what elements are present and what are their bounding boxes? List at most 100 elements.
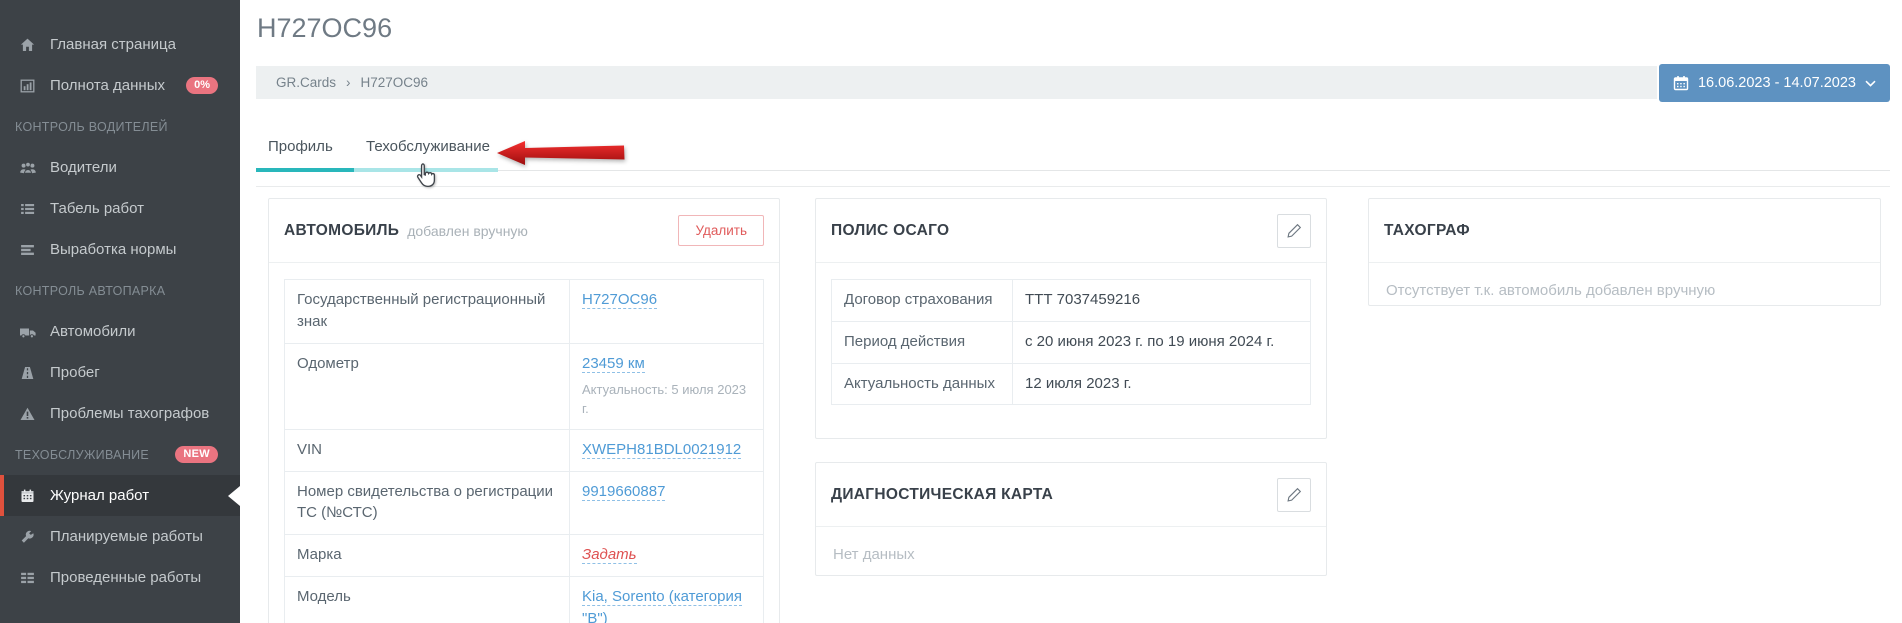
home-icon: [18, 37, 37, 53]
sidebar-item-data-completeness[interactable]: Полнота данных 0%: [0, 65, 240, 106]
sidebar-item-mileage[interactable]: Пробег: [0, 352, 240, 393]
main-content: Н727ОС96 GR.Cards › Н727ОС96 16.06.2023 …: [240, 0, 1902, 623]
sidebar-item-tachograph-problems[interactable]: Проблемы тахографов: [0, 393, 240, 434]
odometer-link[interactable]: 23459 км: [582, 354, 645, 373]
rows-icon: [18, 242, 37, 258]
table-row: Модель Kia, Sorento (категория "B"): [284, 575, 764, 623]
bar-chart-icon: [18, 78, 37, 94]
sidebar-item-planned-works[interactable]: Планируемые работы: [0, 516, 240, 557]
breadcrumb-link-grcards[interactable]: GR.Cards: [276, 75, 336, 90]
table-row: Номер свидетельства о регистрации ТС (№С…: [284, 470, 764, 536]
divider: [269, 262, 779, 263]
sidebar-item-label: Выработка нормы: [50, 241, 177, 258]
cursor-hand-icon: [412, 162, 439, 198]
percent-badge: 0%: [186, 77, 218, 94]
sidebar-item-home[interactable]: Главная страница: [0, 24, 240, 65]
plate-number-link[interactable]: Н727ОС96: [582, 291, 658, 309]
sidebar-item-norm-output[interactable]: Выработка нормы: [0, 229, 240, 270]
sidebar-item-completed-works[interactable]: Проведенные работы: [0, 557, 240, 598]
sidebar-item-vehicles[interactable]: Автомобили: [0, 311, 240, 352]
sidebar-item-label: Главная страница: [50, 36, 176, 53]
tab-profile[interactable]: Профиль: [256, 130, 354, 168]
tabs-bottom-border: [256, 186, 1890, 187]
sidebar: Главная страница Полнота данных 0% КОНТР…: [0, 0, 240, 623]
sidebar-item-drivers[interactable]: Водители: [0, 147, 240, 188]
table-row: VIN XWEPH81BDL0021912: [284, 428, 764, 472]
tab-indicator-active: [256, 168, 354, 172]
osago-card: ПОЛИС ОСАГО Договор страхования ТТТ 7037…: [815, 198, 1327, 439]
row-label: VIN: [284, 428, 570, 472]
sidebar-section-partial: КОНТРОЛЬ: [0, 617, 240, 623]
tachograph-card-header: ТАХОГРАФ: [1384, 199, 1865, 262]
tachograph-empty-text: Отсутствует т.к. автомобиль добавлен вру…: [1386, 282, 1716, 299]
vin-link[interactable]: XWEPH81BDL0021912: [582, 440, 742, 459]
row-value: ТТТ 7037459216: [1012, 279, 1311, 322]
table-row: Государственный регистрационный знак Н72…: [284, 279, 764, 344]
truck-icon: [18, 324, 37, 340]
new-badge: NEW: [175, 446, 218, 463]
table-row: Марка Задать: [284, 534, 764, 577]
edit-diagnostic-button[interactable]: [1277, 477, 1311, 512]
vehicle-table: Государственный регистрационный знак Н72…: [284, 279, 764, 623]
row-label: Государственный регистрационный знак: [284, 279, 570, 344]
tachograph-card: ТАХОГРАФ Отсутствует т.к. автомобиль доб…: [1368, 198, 1881, 306]
row-label: Договор страхования: [831, 279, 1013, 322]
calendar-icon: [18, 488, 37, 504]
vehicle-card-subtitle: добавлен вручную: [407, 222, 528, 239]
row-value: 12 июля 2023 г.: [1012, 362, 1311, 406]
sidebar-item-work-journal[interactable]: Журнал работ: [0, 475, 240, 516]
edit-osago-button[interactable]: [1277, 213, 1311, 248]
road-icon: [18, 365, 37, 381]
list-icon: [18, 201, 37, 217]
row-value: с 20 июня 2023 г. по 19 июня 2024 г.: [1012, 320, 1311, 364]
osago-card-header: ПОЛИС ОСАГО: [831, 199, 1311, 262]
row-label: Номер свидетельства о регистрации ТС (№С…: [284, 470, 570, 536]
table-row: Период действия с 20 июня 2023 г. по 19 …: [831, 320, 1311, 364]
annotation-arrow-icon: [495, 138, 627, 173]
tasks-icon: [18, 570, 37, 586]
pencil-icon: [1286, 223, 1302, 238]
sidebar-section-driver-control: КОНТРОЛЬ ВОДИТЕЛЕЙ: [0, 106, 240, 147]
table-row: Договор страхования ТТТ 7037459216: [831, 279, 1311, 322]
pencil-icon: [1286, 487, 1302, 502]
row-label: Марка: [284, 534, 570, 577]
osago-table: Договор страхования ТТТ 7037459216 Перио…: [831, 279, 1311, 406]
table-row: Актуальность данных 12 июля 2023 г.: [831, 362, 1311, 406]
sidebar-item-label: Автомобили: [50, 323, 136, 340]
sidebar-nav: Главная страница Полнота данных 0% КОНТР…: [0, 0, 240, 598]
row-label: Актуальность данных: [831, 362, 1013, 406]
sidebar-item-timesheet[interactable]: Табель работ: [0, 188, 240, 229]
tab-indicator-rest: [498, 169, 1890, 171]
section-label: КОНТРОЛЬ ВОДИТЕЛЕЙ: [15, 119, 168, 134]
vehicle-card: АВТОМОБИЛЬ добавлен вручную Удалить Госу…: [268, 198, 780, 623]
osago-card-title: ПОЛИС ОСАГО: [831, 221, 950, 239]
tachograph-card-title: ТАХОГРАФ: [1384, 221, 1470, 239]
date-range-button[interactable]: 16.06.2023 - 14.07.2023: [1658, 64, 1890, 102]
sidebar-item-label: Планируемые работы: [50, 528, 203, 545]
divider: [816, 262, 1326, 263]
table-row: Одометр 23459 км Актуальность: 5 июля 20…: [284, 342, 764, 430]
sidebar-item-label: Водители: [50, 159, 117, 176]
sidebar-item-label: Проблемы тахографов: [50, 405, 210, 422]
diagnostic-card-title: ДИАГНОСТИЧЕСКАЯ КАРТА: [831, 485, 1054, 503]
breadcrumb-separator: ›: [346, 75, 351, 90]
row-label: Одометр: [284, 342, 570, 430]
set-brand-link[interactable]: Задать: [582, 546, 637, 565]
warning-icon: [18, 406, 37, 422]
model-link[interactable]: Kia, Sorento (категория "B"): [582, 587, 742, 623]
section-label: ТЕХОБСЛУЖИВАНИЕ: [15, 447, 150, 462]
sidebar-item-label: Журнал работ: [50, 487, 150, 504]
row-label: Модель: [284, 575, 570, 623]
breadcrumb: GR.Cards › Н727ОС96: [256, 66, 1657, 99]
sidebar-section-fleet-control: КОНТРОЛЬ АВТОПАРКА: [0, 270, 240, 311]
calendar-icon: [1673, 75, 1689, 91]
delete-button[interactable]: Удалить: [678, 215, 764, 246]
diagnostic-card-header: ДИАГНОСТИЧЕСКАЯ КАРТА: [831, 463, 1311, 526]
section-label: КОНТРОЛЬ АВТОПАРКА: [15, 283, 166, 298]
sts-number-link[interactable]: 9919660887: [582, 482, 666, 501]
chevron-down-icon: [1865, 80, 1876, 87]
breadcrumb-current: Н727ОС96: [360, 75, 429, 90]
diagnostic-card: ДИАГНОСТИЧЕСКАЯ КАРТА Нет данных: [815, 462, 1327, 576]
sidebar-item-label: Пробег: [50, 364, 100, 381]
sidebar-section-maintenance: ТЕХОБСЛУЖИВАНИЕ NEW: [0, 434, 240, 475]
